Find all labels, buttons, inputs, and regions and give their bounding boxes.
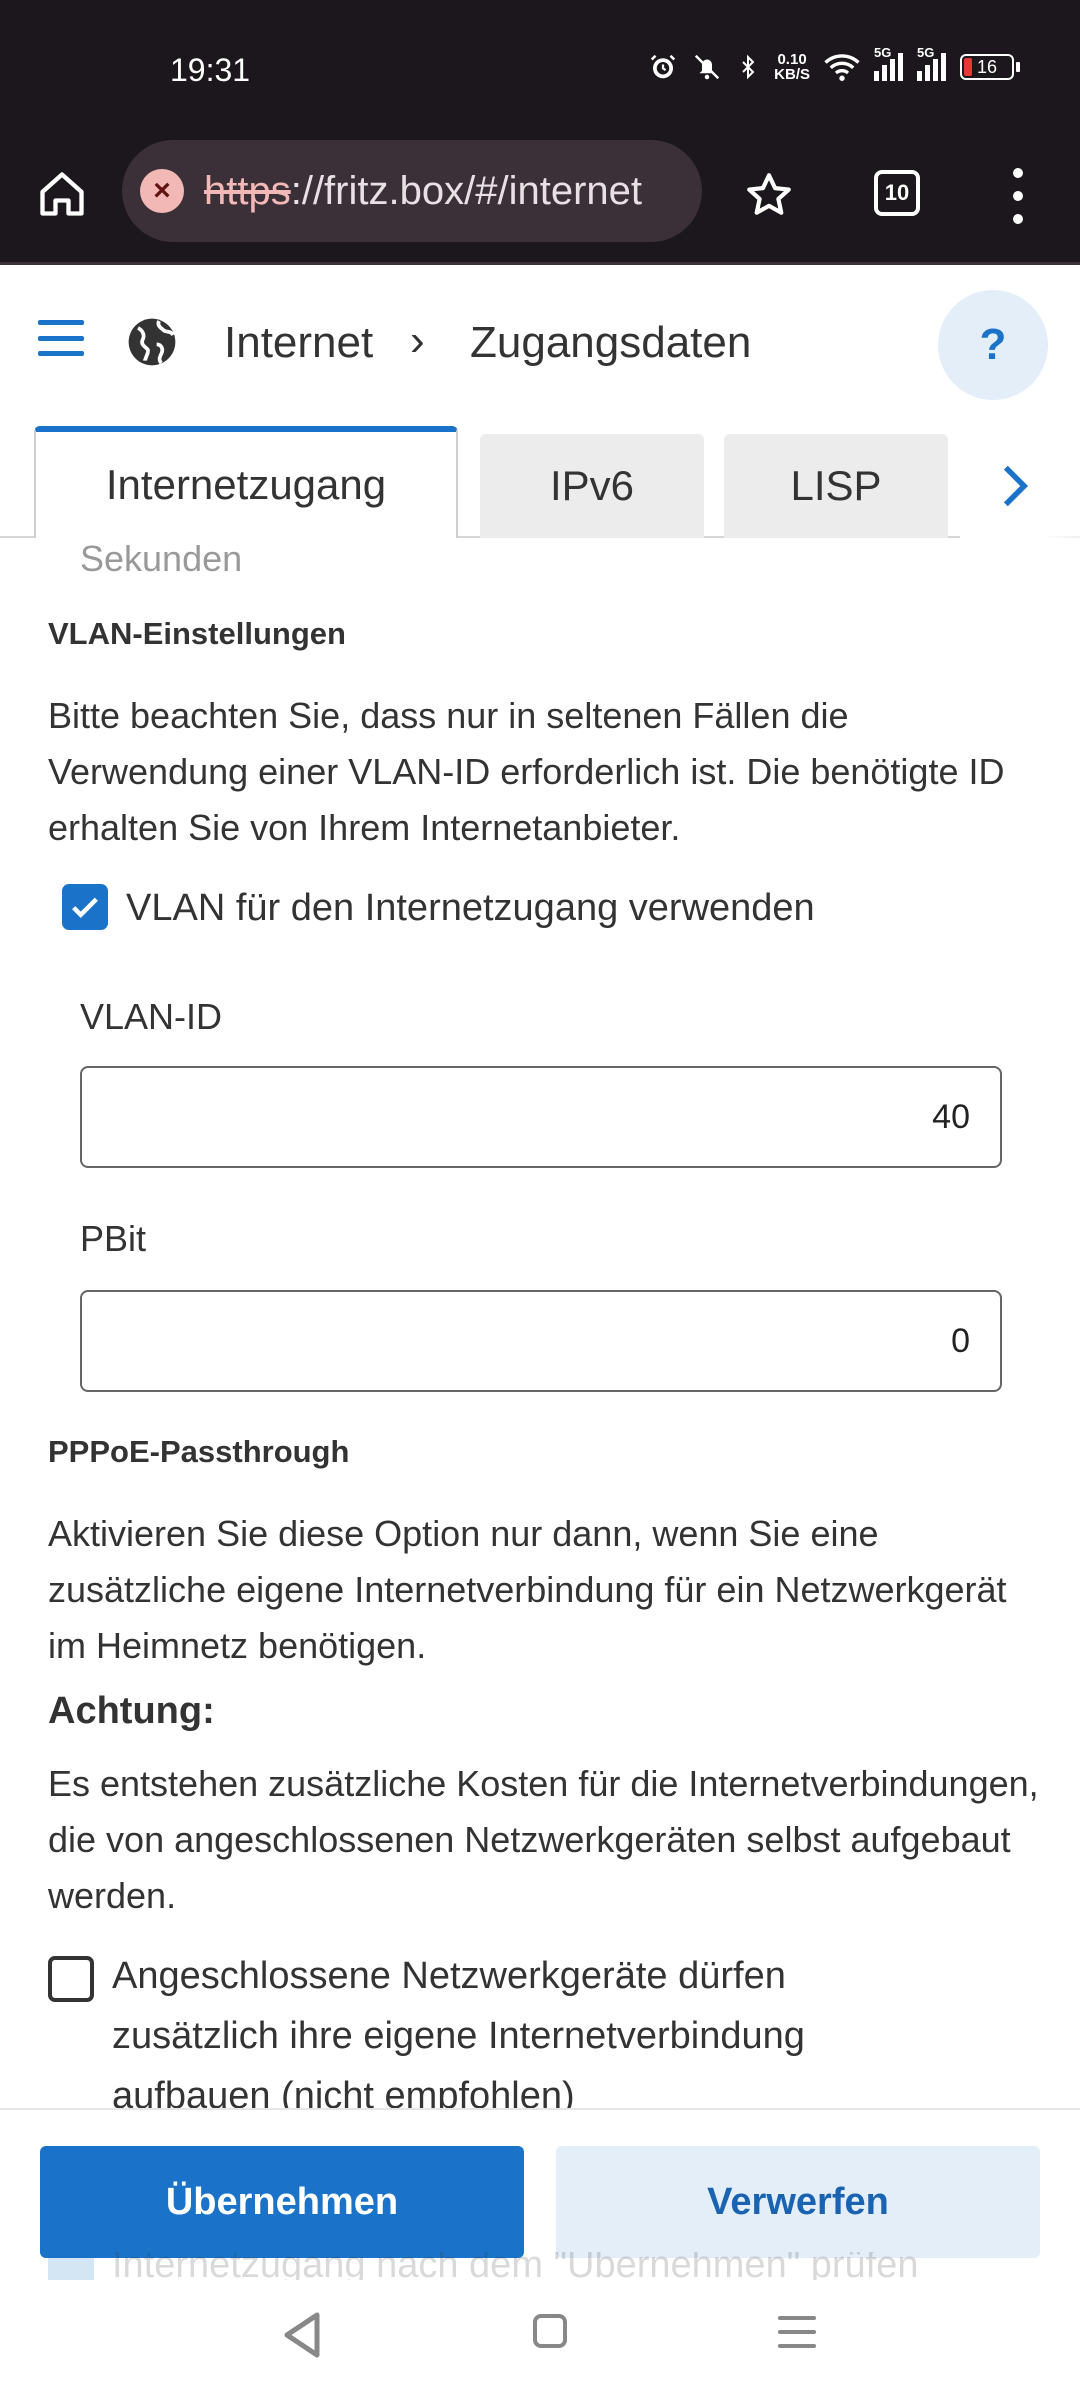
pppoe-description: Aktivieren Sie diese Option nur dann, we… (48, 1513, 1007, 1666)
recent-apps-icon[interactable] (778, 2316, 816, 2348)
vlan-heading: VLAN-Einstellungen (48, 616, 346, 651)
attention-text: Es entstehen zusätzliche Kosten für die … (48, 1763, 1039, 1916)
browser-toolbar: × https://fritz.box/#/internet 10 (0, 130, 1080, 265)
system-nav-bar (0, 2280, 1080, 2400)
help-button[interactable]: ? (938, 290, 1048, 400)
action-bar: Übernehmen Verwerfen (0, 2108, 1080, 2268)
mute-icon (695, 54, 720, 80)
back-icon[interactable] (282, 2310, 322, 2360)
apply-button[interactable]: Übernehmen (40, 2146, 524, 2258)
vlan-checkbox[interactable] (62, 884, 108, 930)
tab-lisp[interactable]: LISP (724, 434, 948, 538)
tabs-scroll-right[interactable] (960, 434, 1080, 538)
status-time: 19:31 (170, 52, 251, 88)
home-icon[interactable] (36, 168, 88, 220)
alarm-icon (651, 54, 676, 79)
pppoe-checkbox[interactable] (48, 1956, 94, 2002)
vlan-description: Bitte beachten Sie, dass nur in seltenen… (48, 695, 1005, 848)
pppoe-checkbox-label[interactable]: Angeschlossene Netzwerkgeräte dürfen zus… (112, 1946, 932, 2108)
chevron-right-icon[interactable] (1000, 464, 1030, 508)
tab-switcher-button[interactable]: 10 (874, 170, 920, 216)
discard-button[interactable]: Verwerfen (556, 2146, 1040, 2258)
url-text[interactable]: https://fritz.box/#/internet (204, 169, 642, 214)
pbit-input[interactable] (80, 1290, 1002, 1392)
screen: 19:31 0.10 KB/S 5G 5G 16 × https://fritz… (0, 0, 1080, 2400)
attention-heading: Achtung: (48, 1690, 215, 1732)
signal-icon: 5G (917, 45, 946, 81)
status-icons: 0.10 KB/S 5G 5G 16 (648, 45, 1020, 83)
vlan-checkbox-row[interactable]: VLAN für den Internetzugang verwenden (62, 884, 815, 938)
tab-internetzugang[interactable]: Internetzugang (34, 426, 458, 538)
status-bar: 19:31 0.10 KB/S 5G 5G 16 (0, 0, 1080, 130)
signal-icon: 5G (874, 45, 903, 81)
pppoe-checkbox-row[interactable]: Angeschlossene Netzwerkgeräte dürfen zus… (48, 1955, 988, 2108)
vlan-id-label: VLAN-ID (80, 996, 223, 1037)
settings-content: Sekunden VLAN-Einstellungen Bitte beacht… (0, 538, 1080, 2108)
breadcrumb-chevron-icon: › (410, 316, 425, 365)
globe-icon (128, 318, 176, 366)
pbit-label: PBit (80, 1218, 147, 1259)
net-speed: 0.10 KB/S (774, 51, 810, 83)
vlan-checkbox-label[interactable]: VLAN für den Internetzugang verwenden (126, 878, 815, 938)
home-button-icon[interactable] (533, 2314, 567, 2348)
checkmark-icon (72, 897, 98, 918)
menu-icon[interactable] (38, 320, 84, 356)
overflow-menu-icon[interactable] (1008, 168, 1028, 224)
bookmark-star-icon[interactable] (744, 170, 794, 220)
tab-ipv6[interactable]: IPv6 (480, 434, 704, 538)
bluetooth-icon (742, 54, 755, 80)
insecure-connection-icon[interactable]: × (140, 169, 184, 213)
vlan-id-input[interactable] (80, 1066, 1002, 1168)
wifi-icon (824, 54, 860, 81)
battery-icon: 16 (960, 54, 1020, 80)
tab-bar: Internetzugang IPv6 LISP (0, 424, 1080, 538)
address-bar[interactable]: × https://fritz.box/#/internet (122, 140, 702, 242)
page-title: Zugangsdaten (470, 318, 752, 367)
breadcrumb-section[interactable]: Internet (224, 318, 373, 368)
page-header: Internet › Zugangsdaten ? Internetzugang… (0, 268, 1080, 538)
cut-off-text: Sekunden (80, 538, 243, 579)
pppoe-heading: PPPoE-Passthrough (48, 1434, 350, 1469)
